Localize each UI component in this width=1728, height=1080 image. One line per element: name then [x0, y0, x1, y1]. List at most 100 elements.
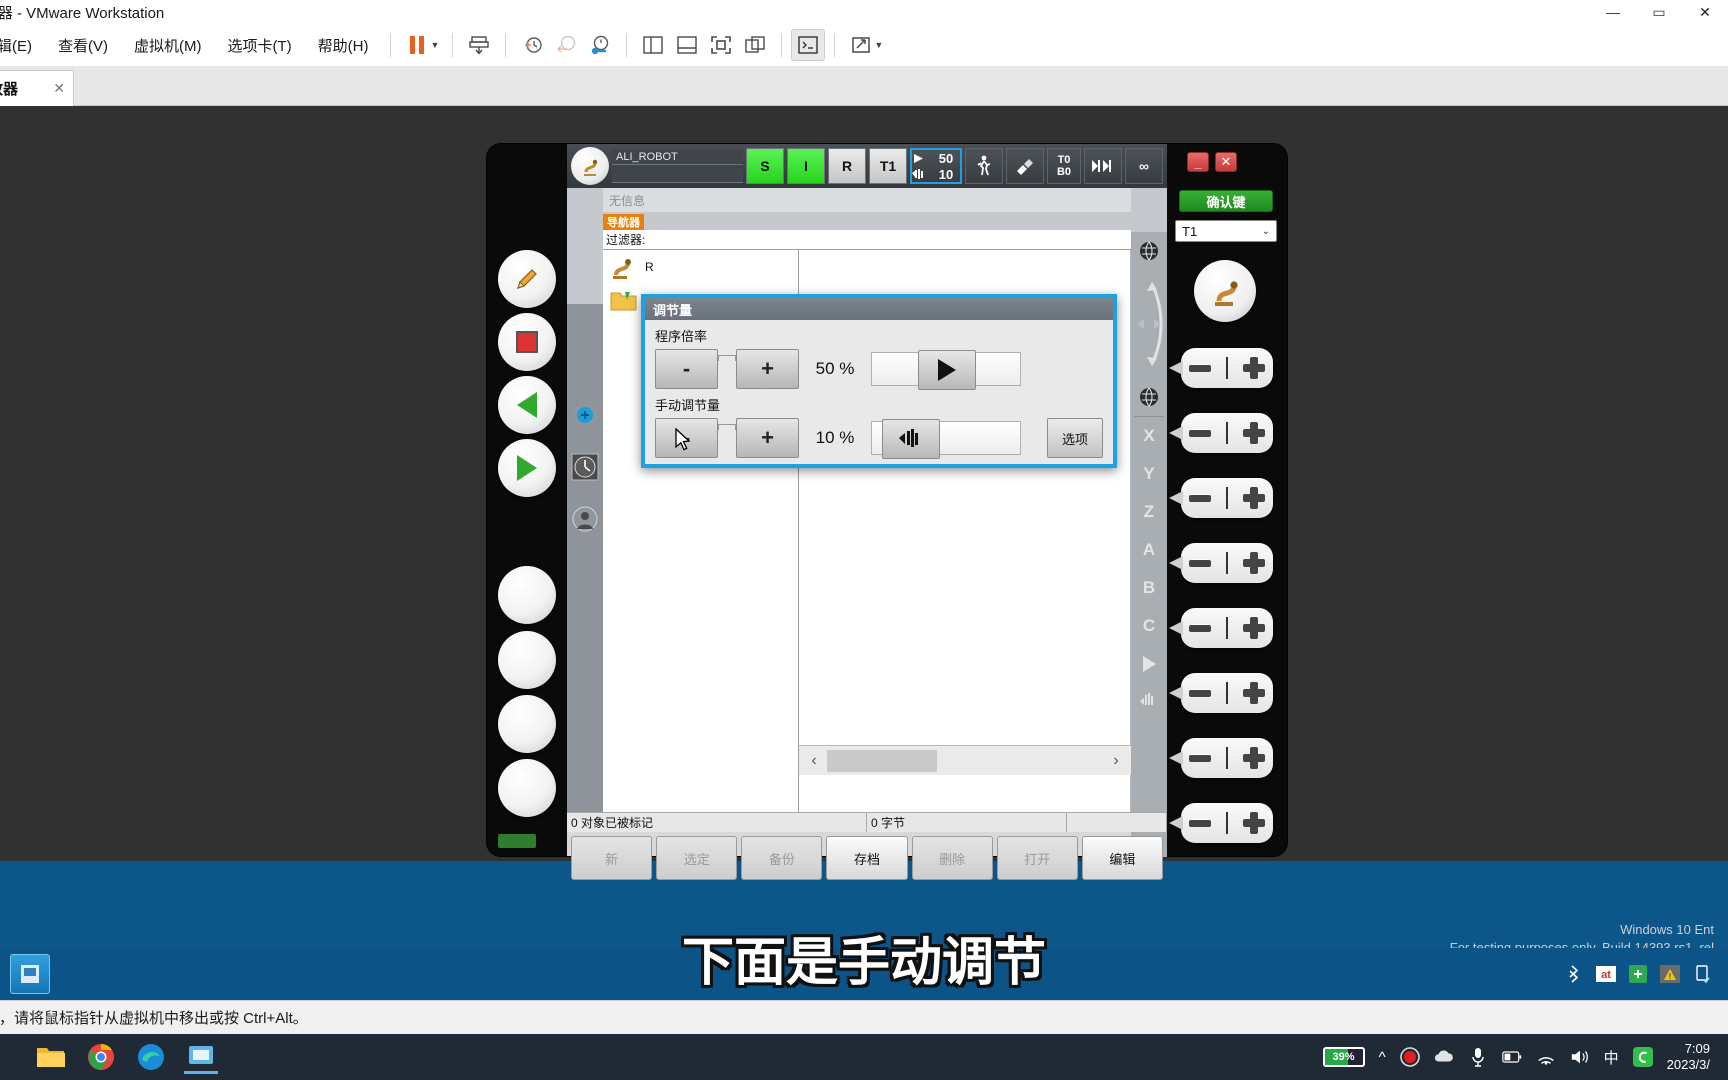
navigator-tab[interactable]: 导航器 — [603, 214, 644, 230]
snapshot-manager-icon[interactable] — [583, 29, 617, 61]
close-icon[interactable]: ✕ — [53, 80, 65, 97]
manual-override-slider[interactable] — [871, 419, 1021, 459]
jog-plus-icon[interactable] — [1243, 812, 1266, 834]
chevron-up-icon[interactable]: ^ — [1379, 1049, 1386, 1066]
clock[interactable]: 7:09 2023/3/ — [1667, 1041, 1718, 1074]
globe2-icon[interactable] — [1131, 378, 1167, 416]
softkey-archive[interactable]: 存档 — [826, 836, 908, 880]
play-back-icon[interactable] — [498, 376, 556, 434]
chevron-down-icon[interactable]: ⌄ — [1262, 226, 1270, 237]
axis-label-c[interactable]: C — [1131, 607, 1167, 645]
send-ctrl-alt-del-icon[interactable] — [462, 29, 496, 61]
play-forward-icon[interactable] — [498, 439, 556, 497]
status-button-r[interactable]: R — [828, 148, 866, 184]
softkey-new[interactable]: 新 — [571, 836, 653, 880]
edge-icon[interactable] — [134, 1040, 168, 1074]
jog-minus-icon[interactable] — [1188, 689, 1211, 697]
menu-edit[interactable]: 辑(E) — [0, 31, 45, 60]
snapshot-revert-icon[interactable] — [549, 29, 583, 61]
bluetooth-icon[interactable] — [1564, 964, 1584, 984]
status-button-s[interactable]: S — [746, 148, 784, 184]
confirm-key-button[interactable]: 确认键 — [1179, 190, 1273, 212]
jog-axis-x[interactable] — [1181, 348, 1273, 388]
robot-icon[interactable] — [1194, 260, 1256, 322]
sogou-icon[interactable] — [1632, 1047, 1653, 1067]
infinity-indicator[interactable]: ∞ — [1125, 148, 1163, 184]
override-indicator[interactable]: 50 10 — [910, 148, 962, 184]
jog-plus-icon[interactable] — [1243, 747, 1266, 769]
tree-item-robot[interactable]: R — [603, 250, 798, 284]
record-icon[interactable] — [1399, 1047, 1420, 1067]
menu-tabs[interactable]: 选项卡(T) — [215, 31, 305, 60]
stretch-caret-icon[interactable]: ▼ — [874, 40, 883, 50]
settings-globe-icon[interactable] — [570, 400, 600, 430]
softkey-edit[interactable]: 编辑 — [1081, 836, 1163, 880]
clock-icon[interactable] — [570, 452, 600, 482]
jog-plus-icon[interactable] — [1243, 682, 1266, 704]
horizontal-scrollbar[interactable]: ‹ › — [799, 745, 1131, 775]
jog-axis-c[interactable] — [1181, 673, 1273, 713]
filter-label[interactable]: 过滤器: — [603, 230, 1131, 250]
scroll-right-icon[interactable]: › — [1105, 752, 1127, 770]
jog-minus-icon[interactable] — [1188, 754, 1211, 762]
console-view-icon[interactable] — [791, 29, 826, 61]
scroll-left-icon[interactable]: ‹ — [803, 752, 825, 770]
blank-key-4[interactable] — [498, 759, 556, 817]
file-explorer-icon[interactable] — [34, 1040, 68, 1074]
jog-minus-icon[interactable] — [1188, 429, 1211, 437]
blank-key-2[interactable] — [498, 631, 556, 689]
axis-label-x[interactable]: X — [1131, 417, 1167, 455]
minimize-button[interactable]: — — [1590, 0, 1636, 24]
tab-teach-pendant[interactable]: 示教器 ✕ — [0, 70, 74, 106]
softkey-backup[interactable]: 备份 — [741, 836, 823, 880]
tool-base-indicator[interactable]: T0 B0 — [1047, 148, 1081, 184]
taskbar-app-teach-pendant[interactable] — [10, 954, 50, 994]
status-button-i[interactable]: I — [787, 148, 825, 184]
pencil-icon[interactable] — [498, 250, 556, 308]
axis-label-a[interactable]: A — [1131, 531, 1167, 569]
status-button-t1[interactable]: T1 — [869, 148, 907, 184]
close-button[interactable]: ✕ — [1215, 152, 1237, 172]
play-icon[interactable] — [1131, 645, 1167, 683]
jog-minus-icon[interactable] — [1188, 364, 1211, 372]
jog-axis-y[interactable] — [1181, 413, 1273, 453]
softkey-delete[interactable]: 删除 — [911, 836, 993, 880]
vmware-icon[interactable] — [184, 1040, 218, 1074]
battery-status-indicator[interactable]: 39% — [1322, 1047, 1365, 1067]
jog-axis-z[interactable] — [1181, 478, 1273, 518]
pause-icon[interactable] — [400, 29, 434, 61]
jog-minus-icon[interactable] — [1188, 624, 1211, 632]
jog-axis-a[interactable] — [1181, 543, 1273, 583]
unity-mode-icon[interactable] — [738, 29, 772, 61]
jog-minus-icon[interactable] — [1188, 559, 1211, 567]
blank-key-1[interactable] — [498, 566, 556, 624]
tool-icon[interactable] — [1006, 148, 1044, 184]
globe-icon[interactable] — [1131, 232, 1167, 270]
chevron-down-icon[interactable]: ▼ — [430, 40, 439, 50]
program-override-plus-button[interactable]: + — [736, 349, 799, 389]
ime-cn-icon[interactable]: 中 — [1604, 1047, 1619, 1068]
mic-icon[interactable] — [1468, 1047, 1488, 1067]
maximize-button[interactable]: ▭ — [1636, 0, 1682, 24]
walking-man-icon[interactable] — [965, 148, 1003, 184]
green-app-icon[interactable] — [1628, 964, 1648, 984]
mode-select[interactable]: T1 ⌄ — [1175, 220, 1277, 242]
stop-square-icon[interactable] — [498, 313, 556, 371]
battery-icon[interactable] — [1501, 1047, 1522, 1067]
axis-label-z[interactable]: Z — [1131, 493, 1167, 531]
menu-view[interactable]: 查看(V) — [45, 31, 121, 60]
show-left-pane-icon[interactable] — [636, 29, 670, 61]
increment-icon[interactable] — [1084, 148, 1122, 184]
volume-icon[interactable] — [1570, 1047, 1590, 1067]
program-override-minus-button[interactable]: - — [655, 349, 718, 389]
onedrive-icon[interactable] — [1434, 1047, 1454, 1067]
snapshot-take-icon[interactable] — [515, 29, 549, 61]
jog-plus-icon[interactable] — [1243, 422, 1266, 444]
jog-minus-icon[interactable] — [1188, 819, 1211, 827]
jog-play[interactable] — [1181, 738, 1273, 778]
at-icon[interactable]: at — [1596, 964, 1616, 984]
manual-override-slider-thumb[interactable] — [882, 419, 940, 459]
jog-plus-icon[interactable] — [1243, 552, 1266, 574]
axis-label-y[interactable]: Y — [1131, 455, 1167, 493]
minimize-button[interactable]: _ — [1187, 152, 1209, 172]
